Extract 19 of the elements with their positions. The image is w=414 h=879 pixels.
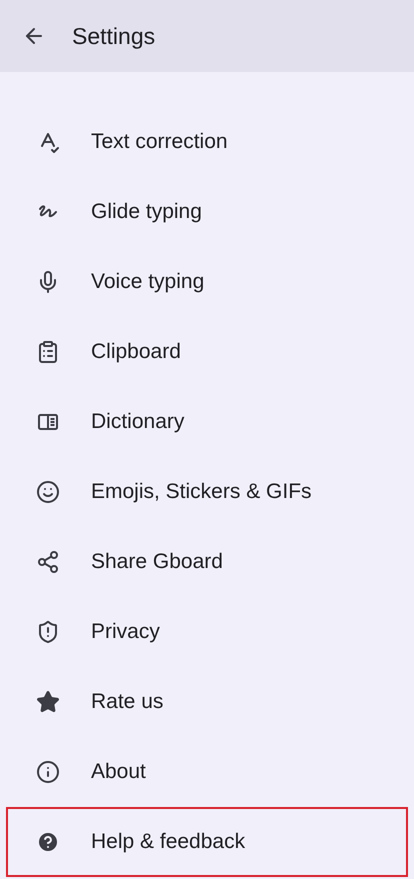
- clipboard-icon: [36, 340, 60, 364]
- settings-item[interactable]: Share Gboard: [6, 527, 408, 597]
- smiley-icon: [36, 480, 60, 504]
- shield-icon: [36, 620, 60, 644]
- settings-item[interactable]: Clipboard: [6, 317, 408, 387]
- page-title: Settings: [72, 22, 156, 51]
- share-icon: [36, 550, 60, 574]
- settings-item[interactable]: Voice typing: [6, 247, 408, 317]
- star-icon: [36, 690, 60, 714]
- info-icon: [36, 760, 60, 784]
- settings-item[interactable]: Glide typing: [6, 177, 408, 247]
- settings-item[interactable]: Emojis, Stickers & GIFs: [6, 457, 408, 527]
- settings-item[interactable]: Dictionary: [6, 387, 408, 457]
- settings-item[interactable]: Help & feedback: [6, 807, 408, 877]
- settings-item[interactable]: About: [6, 737, 408, 807]
- settings-item[interactable]: Rate us: [6, 667, 408, 737]
- settings-item[interactable]: Privacy: [6, 597, 408, 667]
- settings-item[interactable]: Text correction: [6, 107, 408, 177]
- help-icon: [36, 830, 60, 854]
